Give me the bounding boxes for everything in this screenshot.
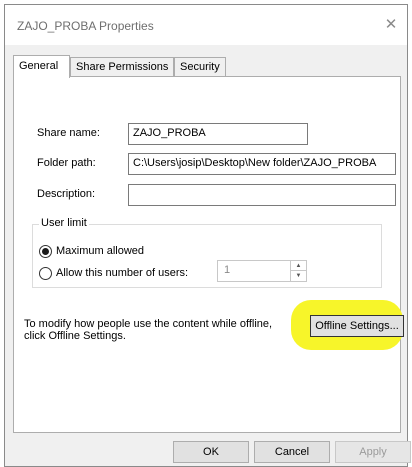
- general-panel: Share name: ZAJO_PROBA Folder path: C:\U…: [13, 76, 404, 433]
- share-name-label: Share name:: [37, 127, 100, 139]
- stepper-up-icon[interactable]: ▲: [291, 261, 306, 271]
- window-title: ZAJO_PROBA Properties: [17, 19, 154, 33]
- folder-path-label: Folder path:: [37, 157, 96, 169]
- user-count-stepper[interactable]: 1 ▲ ▼: [217, 260, 307, 282]
- description-field[interactable]: [128, 184, 396, 206]
- user-count-value[interactable]: 1: [224, 264, 230, 276]
- folder-path-field[interactable]: C:\Users\josip\Desktop\New folder\ZAJO_P…: [128, 153, 396, 175]
- cancel-button[interactable]: Cancel: [254, 441, 330, 463]
- tab-share-permissions[interactable]: Share Permissions: [70, 57, 174, 76]
- close-icon[interactable]: ✕: [381, 15, 401, 35]
- allow-number-label[interactable]: Allow this number of users:: [56, 267, 188, 279]
- user-limit-legend: User limit: [39, 217, 89, 229]
- ok-button[interactable]: OK: [173, 441, 249, 463]
- share-name-field[interactable]: ZAJO_PROBA: [128, 123, 308, 145]
- stepper-down-icon[interactable]: ▼: [291, 271, 306, 281]
- allow-number-radio[interactable]: [39, 267, 52, 280]
- tab-general[interactable]: General: [13, 55, 70, 78]
- radio-selected-dot: [42, 248, 49, 255]
- offline-description: To modify how people use the content whi…: [24, 318, 273, 342]
- description-label: Description:: [37, 188, 96, 200]
- apply-button[interactable]: Apply: [335, 441, 411, 463]
- offline-settings-button[interactable]: Offline Settings...: [310, 315, 404, 337]
- maximum-allowed-radio[interactable]: [39, 245, 52, 258]
- stepper-buttons: ▲ ▼: [290, 261, 306, 281]
- tab-security[interactable]: Security: [174, 57, 226, 76]
- properties-dialog: ZAJO_PROBA Properties ✕ General Share Pe…: [4, 4, 411, 467]
- title-bar: ZAJO_PROBA Properties ✕: [5, 5, 407, 45]
- maximum-allowed-label[interactable]: Maximum allowed: [56, 245, 144, 257]
